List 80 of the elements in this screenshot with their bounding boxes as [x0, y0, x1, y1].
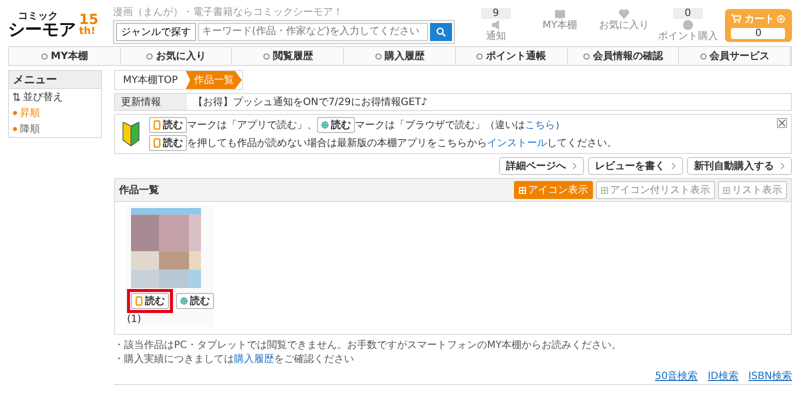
note-text: ・該当作品はPC・タブレットでは閲覧できません。お手数ですがスマートフォンのMY本棚からお読みください。 — [114, 338, 622, 352]
volume-count: (1) — [127, 314, 142, 325]
count-badge: 0 — [672, 8, 703, 19]
grid-icon — [723, 186, 730, 194]
logo-text: シーモア — [8, 22, 76, 38]
cart-icon — [731, 14, 742, 23]
grid-icon — [601, 186, 608, 194]
heart-icon[interactable] — [618, 8, 630, 20]
footer-link[interactable]: 50音検索 — [654, 369, 698, 383]
search-button[interactable] — [430, 22, 452, 40]
search-icon — [436, 26, 446, 38]
action-button[interactable]: 新刊自動購入する — [687, 157, 792, 175]
footer-link[interactable]: ID検索 — [708, 369, 738, 383]
chevron-icon — [780, 162, 785, 170]
view-toggle[interactable]: アイコン付リスト表示 — [596, 181, 715, 199]
circle-icon — [262, 52, 270, 60]
beginner-mark-icon — [121, 122, 141, 146]
icon-label: 通知 — [486, 31, 506, 42]
phone-icon — [135, 296, 143, 306]
notice-text: を押しても作品が読めない場合は最新版の本棚アプリをこちらから — [187, 136, 487, 150]
notice-text: ） — [555, 119, 565, 132]
chevron-icon — [671, 162, 676, 170]
app-read-button[interactable]: 読む — [149, 135, 187, 151]
circle-icon — [700, 52, 707, 60]
chevron-icon — [572, 162, 577, 170]
panel-title: 作品一覧 — [119, 184, 160, 197]
browser-read-button[interactable]: 読む — [176, 293, 214, 309]
nav-tab[interactable]: ポイント通帳 — [456, 47, 568, 65]
app-read-button[interactable]: 読む — [131, 293, 169, 309]
notice-text: マークは「アプリで読む」、 — [187, 118, 317, 132]
globe-icon — [321, 120, 329, 130]
close-icon[interactable] — [777, 118, 787, 128]
icon-label: ポイント購入 — [658, 31, 718, 42]
browser-read-button[interactable]: 読む — [317, 117, 355, 133]
nav-tab[interactable]: 会員サービス — [679, 47, 792, 65]
cart-button[interactable]: カート 0 — [724, 8, 792, 42]
nav-tab[interactable]: MY本棚 — [9, 47, 121, 65]
action-button[interactable]: 詳細ページへ — [499, 157, 584, 175]
action-button[interactable]: レビューを書く — [588, 157, 683, 175]
notice-text: してください。 — [547, 137, 617, 150]
bullet-icon — [13, 111, 17, 115]
circle-icon — [40, 52, 48, 60]
footer-link[interactable]: ISBN検索 — [748, 369, 792, 383]
tagline: 漫画（まんが）・電子書籍ならコミックシーモア！ — [112, 6, 344, 18]
view-toggle[interactable]: リスト表示 — [718, 181, 787, 199]
note-text: ・購入実績につきましては — [114, 352, 234, 366]
text-link[interactable]: インストール — [487, 136, 547, 150]
text-link[interactable]: こちら — [525, 118, 555, 132]
update-label: 更新情報 — [115, 94, 187, 110]
sidebar-title: メニュー — [9, 71, 101, 88]
plus-circle-icon — [777, 14, 786, 22]
genre-button[interactable]: ジャンルで探す — [116, 22, 196, 40]
nav-tab[interactable]: 会員情報の確認 — [568, 47, 680, 65]
count-badge: 9 — [480, 8, 511, 19]
circle-icon — [582, 52, 590, 60]
logo-text: コミック — [18, 12, 59, 22]
sidebar-section: 並び替え — [23, 90, 63, 104]
circle-icon — [146, 52, 154, 60]
nav-tab[interactable]: 閲覧履歴 — [232, 47, 344, 65]
update-text: 【お得】プッシュ通知をONで7/29にお得情報GET♪ — [192, 96, 428, 110]
nav-tab[interactable]: 購入履歴 — [344, 47, 456, 65]
icon-label: MY本棚 — [542, 20, 578, 31]
anniversary-label: th! — [79, 27, 96, 37]
notice-text: マークは「ブラウザで読む」（違いは — [355, 118, 525, 132]
circle-icon — [476, 52, 484, 60]
book-icon[interactable] — [554, 8, 566, 20]
icon-label: お気に入り — [598, 20, 649, 31]
nav-tab[interactable]: お気に入り — [120, 47, 232, 65]
bullet-icon — [13, 127, 17, 131]
circle-icon — [374, 52, 382, 60]
app-read-button[interactable]: 読む — [149, 117, 187, 133]
sort-option[interactable]: 降順 — [9, 121, 44, 137]
search-field[interactable]: キーワード(作品・作家など)を入力してください — [198, 22, 428, 40]
globe-icon — [180, 296, 188, 306]
coin-icon[interactable] — [682, 19, 694, 31]
sort-icon — [13, 93, 20, 101]
note-text: をご確認ください — [274, 352, 354, 366]
grid-icon — [519, 186, 526, 194]
text-link[interactable]: 購入履歴 — [234, 352, 274, 366]
anniversary-label: 15 — [79, 13, 98, 27]
